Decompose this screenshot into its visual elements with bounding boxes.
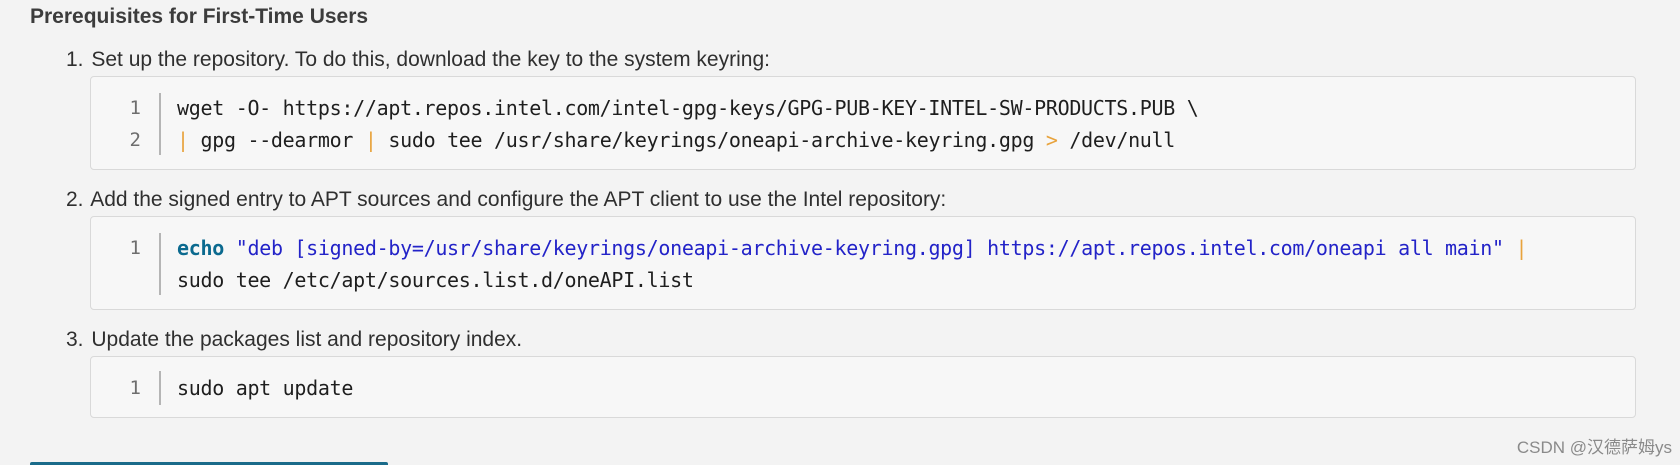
step-number: 2. (66, 188, 84, 211)
step-3: 3. Update the packages list and reposito… (66, 325, 522, 355)
line-number: 1 (129, 97, 141, 119)
step-1: 1. Set up the repository. To do this, do… (66, 45, 770, 75)
gutter-divider (159, 371, 161, 405)
watermark: CSDN @汉德萨姆ys (1516, 438, 1672, 457)
redirect-operator: > (1045, 128, 1058, 152)
gutter-divider (159, 93, 161, 155)
step-2: 2. Add the signed entry to APT sources a… (66, 185, 946, 215)
code-text[interactable]: sudo tee /etc/apt/sources.list.d/oneAPI.… (177, 263, 694, 297)
code-block-1[interactable]: 1 wget -O- https://apt.repos.intel.com/i… (90, 76, 1636, 170)
code-text[interactable]: wget -O- https://apt.repos.intel.com/int… (177, 91, 1199, 125)
line-number: 1 (129, 237, 141, 259)
step-text: Add the signed entry to APT sources and … (90, 188, 947, 211)
step-number: 3. (66, 328, 84, 351)
pipe-operator: | (364, 128, 377, 152)
step-number: 1. (66, 48, 84, 71)
keyword: echo (177, 236, 224, 260)
step-text: Update the packages list and repository … (91, 328, 523, 351)
step-text: Set up the repository. To do this, downl… (91, 48, 770, 71)
line-number: 1 (129, 377, 141, 399)
code-text[interactable]: echo "deb [signed-by=/usr/share/keyrings… (177, 231, 1528, 265)
gutter-divider (159, 233, 161, 295)
pipe-operator: | (177, 128, 189, 152)
code-block-3[interactable]: 1 sudo apt update (90, 356, 1636, 418)
section-title: Prerequisites for First-Time Users (30, 5, 369, 28)
string-literal: "deb [signed-by=/usr/share/keyrings/onea… (235, 236, 1504, 260)
code-text[interactable]: | gpg --dearmor | sudo tee /usr/share/ke… (177, 123, 1175, 157)
line-number: 2 (129, 129, 141, 151)
pipe-operator: | (1515, 236, 1528, 260)
code-block-2[interactable]: 1 echo "deb [signed-by=/usr/share/keyrin… (90, 216, 1636, 310)
code-text[interactable]: sudo apt update (177, 371, 353, 405)
